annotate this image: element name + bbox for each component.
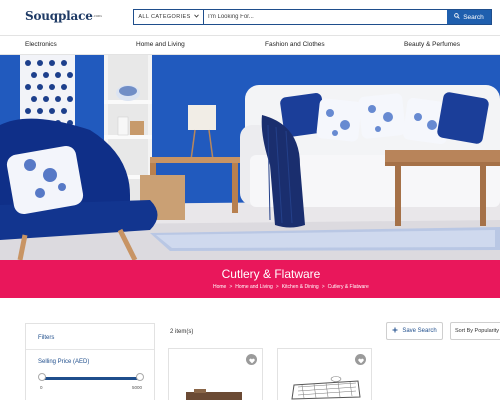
filters-divider [26, 349, 154, 350]
search-button-label: Search [463, 13, 484, 21]
heart-icon [248, 351, 255, 369]
result-count: 2 item(s) [170, 329, 194, 335]
sort-select-label: Sort By Popularity [455, 328, 500, 334]
save-search-button[interactable]: Save Search [386, 322, 443, 340]
product-card[interactable] [168, 348, 263, 400]
breadcrumb-current: Cutlery & Flatware [327, 284, 369, 290]
favorite-button[interactable] [246, 354, 257, 365]
breadcrumb-separator: > [321, 284, 325, 290]
breadcrumb-home[interactable]: Home [213, 284, 226, 290]
product-image [291, 376, 361, 400]
plus-icon [392, 327, 398, 335]
filters-title: Filters [38, 335, 55, 341]
category-nav: Electronics Home and Living Fashion and … [0, 35, 500, 55]
price-slider-track[interactable] [42, 377, 140, 380]
heart-icon [357, 351, 364, 369]
price-max-value: 5000 [132, 385, 143, 390]
category-select-label: ALL CATEGORIES [138, 14, 191, 20]
price-min-value: 0 [40, 385, 43, 390]
search-button[interactable]: Search [447, 10, 491, 24]
chevron-down-icon [193, 14, 199, 20]
category-select[interactable]: ALL CATEGORIES [134, 10, 204, 24]
logo-text: Souqplace [25, 9, 93, 23]
breadcrumb-home-and-living[interactable]: Home and Living [235, 284, 273, 290]
site-logo[interactable]: Souqplace.com [25, 9, 102, 23]
logo-suffix: .com [92, 13, 102, 18]
favorite-button[interactable] [355, 354, 366, 365]
sort-select[interactable]: Sort By Popularity [450, 322, 500, 340]
listing-content: Filters Selling Price (AED) 0 5000 2 ite… [0, 298, 500, 400]
product-image [186, 389, 242, 400]
breadcrumb-kitchen-dining[interactable]: Kitchen & Dining [282, 284, 319, 290]
price-slider-min-handle[interactable] [38, 373, 46, 381]
save-search-label: Save Search [402, 328, 437, 334]
breadcrumb-separator: > [229, 284, 233, 290]
site-header: Souqplace.com ALL CATEGORIES Search [0, 0, 500, 35]
nav-item-beauty-and-perfumes[interactable]: Beauty & Perfumes [404, 41, 460, 48]
price-slider-max-handle[interactable] [136, 373, 144, 381]
price-filter-label: Selling Price (AED) [38, 359, 90, 365]
breadcrumb-separator: > [275, 284, 279, 290]
category-banner: Cutlery & Flatware Home > Home and Livin… [0, 260, 500, 298]
filters-panel: Filters Selling Price (AED) 0 5000 [25, 323, 155, 400]
nav-item-home-and-living[interactable]: Home and Living [136, 41, 185, 48]
search-input[interactable] [204, 10, 447, 24]
page-title: Cutlery & Flatware [221, 267, 321, 281]
breadcrumb: Home > Home and Living > Kitchen & Dinin… [213, 284, 369, 290]
hero-image [0, 55, 500, 260]
search-icon [454, 13, 460, 21]
search-bar: ALL CATEGORIES Search [133, 9, 492, 25]
product-card[interactable] [277, 348, 372, 400]
nav-item-fashion-and-clothes[interactable]: Fashion and Clothes [265, 41, 325, 48]
nav-item-electronics[interactable]: Electronics [25, 41, 57, 48]
